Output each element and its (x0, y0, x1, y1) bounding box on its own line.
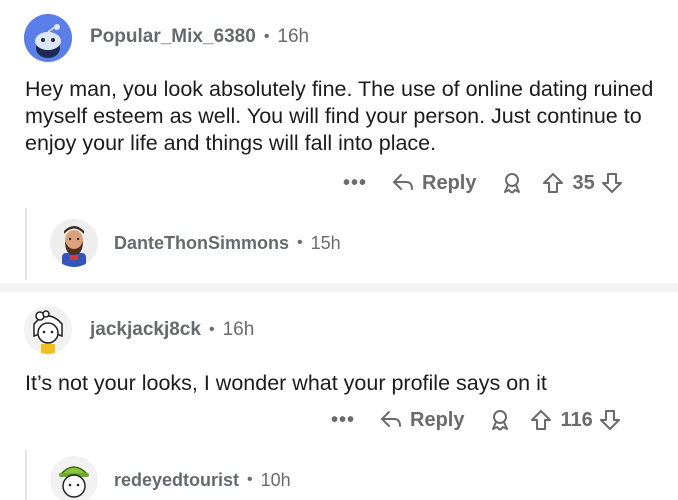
username[interactable]: DanteThonSimmons (114, 233, 289, 254)
comment: jackjackj8ck • 16h It’s not your looks, … (0, 292, 678, 500)
reply-meta: DanteThonSimmons • 15h (114, 233, 341, 254)
timestamp: 16h (222, 319, 255, 340)
comment-actions: ••• Reply 35 (340, 168, 623, 198)
more-options-button[interactable]: ••• (328, 409, 358, 432)
reddit-snoo-avatar-icon[interactable] (24, 14, 72, 62)
timestamp: 15h (310, 232, 341, 253)
username[interactable]: Popular_Mix_6380 (90, 26, 256, 48)
downvote-arrow-icon[interactable] (599, 409, 621, 431)
meta-separator: • (247, 471, 253, 488)
reply-arrow-icon (381, 411, 401, 427)
thread-line (25, 450, 27, 500)
reply-label: Reply (422, 171, 477, 194)
reply-button[interactable]: Reply (380, 409, 464, 432)
meta-separator: • (297, 234, 303, 251)
comment-meta: jackjackj8ck • 16h (90, 319, 254, 341)
comment-actions: ••• Reply 116 (328, 405, 621, 435)
upvote-arrow-icon[interactable] (542, 172, 564, 194)
comment-meta: Popular_Mix_6380 • 16h (90, 26, 309, 48)
green-cap-avatar-icon (50, 456, 98, 500)
comment-separator (0, 283, 678, 292)
meta-separator: • (208, 321, 215, 338)
reply-button[interactable]: Reply (392, 172, 476, 195)
thread-line (25, 208, 27, 280)
collapsed-reply[interactable]: redeyedtourist • 10h (50, 456, 291, 500)
vote-score: 35 (572, 171, 595, 194)
collapsed-reply[interactable]: DanteThonSimmons • 15h (50, 219, 341, 267)
comment-body: It’s not your looks, I wonder what your … (25, 371, 547, 395)
vote-score: 116 (560, 408, 593, 431)
bow-girl-avatar-icon[interactable] (24, 306, 72, 354)
username[interactable]: redeyedtourist (114, 470, 239, 491)
timestamp: 16h (277, 26, 310, 47)
comment-body: Hey man, you look absolutely fine. The u… (25, 77, 654, 155)
award-icon[interactable] (488, 408, 512, 432)
timestamp: 10h (260, 469, 291, 490)
upvote-arrow-icon[interactable] (530, 409, 552, 431)
more-options-button[interactable]: ••• (340, 172, 370, 195)
reply-label: Reply (410, 408, 465, 431)
reply-meta: redeyedtourist • 10h (114, 470, 291, 491)
award-icon[interactable] (500, 171, 524, 195)
comment: Popular_Mix_6380 • 16h Hey man, you look… (0, 0, 678, 283)
downvote-arrow-icon[interactable] (601, 172, 623, 194)
bearded-man-avatar-icon (50, 219, 98, 267)
meta-separator: • (263, 28, 270, 45)
reply-arrow-icon (393, 174, 413, 190)
username[interactable]: jackjackj8ck (90, 319, 201, 341)
